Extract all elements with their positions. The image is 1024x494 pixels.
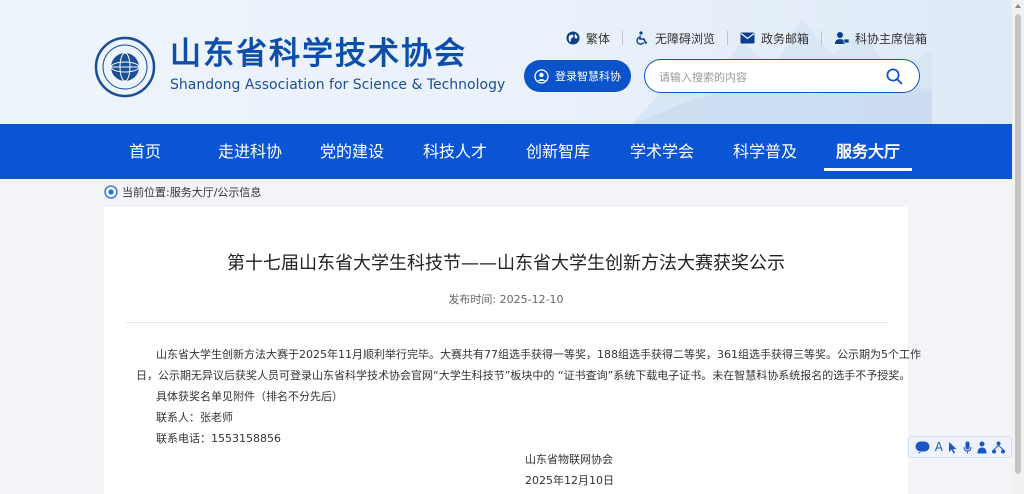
search-box <box>644 59 920 93</box>
nav-item-think-tank[interactable]: 创新智库 <box>526 124 590 179</box>
login-smart-sast-button[interactable]: 登录智慧科协 <box>524 60 631 92</box>
accessibility-label: 无障碍浏览 <box>655 31 716 46</box>
divider <box>821 31 823 45</box>
accessibility-toolbar: A <box>908 436 1012 458</box>
globe-icon <box>566 31 580 45</box>
contact-phone: 联系电话：1553158856 <box>156 432 281 445</box>
person-icon[interactable] <box>977 439 987 455</box>
nav-item-talent[interactable]: 科技人才 <box>423 124 487 179</box>
sast-logo-emblem[interactable] <box>94 36 156 98</box>
main-nav: 首页 走进科协 党的建设 科技人才 创新智库 学术学会 科学普及 服务大厅 <box>0 124 1012 179</box>
nav-item-academic[interactable]: 学术学会 <box>630 124 694 179</box>
breadcrumb-path[interactable]: 服务大厅/公示信息 <box>170 184 262 200</box>
article-title: 第十七届山东省大学生科技节——山东省大学生创新方法大赛获奖公示 <box>227 253 785 274</box>
mail-icon <box>740 32 755 44</box>
pointer-icon[interactable] <box>948 439 958 455</box>
signature-organization: 山东省物联网协会 <box>525 453 613 466</box>
article-paragraph-line-2: 日，公示期无异议后获奖人员可登录山东省科学技术协会官网“大学生科技节”板块中的 … <box>136 369 911 382</box>
org-name-chinese[interactable]: 山东省科学技术协会 <box>170 34 467 74</box>
chairman-mailbox-label: 科协主席信箱 <box>855 31 928 46</box>
login-button-label: 登录智慧科协 <box>555 70 621 83</box>
page-scrollbar[interactable] <box>1012 0 1024 494</box>
nav-item-party-building[interactable]: 党的建设 <box>320 124 384 179</box>
org-name-english[interactable]: Shandong Association for Science & Techn… <box>170 76 505 94</box>
signature-date: 2025年12月10日 <box>525 474 614 487</box>
title-divider <box>126 322 888 323</box>
nav-item-about[interactable]: 走进科协 <box>218 124 282 179</box>
nav-active-indicator <box>824 168 912 171</box>
attachment-note: 具体获奖名单见附件（排名不分先后） <box>156 390 343 403</box>
nav-item-science-popularization[interactable]: 科学普及 <box>733 124 797 179</box>
breadcrumb-prefix: 当前位置: <box>122 186 170 199</box>
article-paragraph-line-1: 山东省大学生创新方法大赛于2025年11月顺利举行完毕。大赛共有77组选手获得一… <box>156 348 921 361</box>
publish-date: 发布时间: 2025-12-10 <box>448 293 564 306</box>
divider <box>727 31 729 45</box>
contact-person: 联系人：张老师 <box>156 411 233 424</box>
site-header: 山东省科学技术协会 Shandong Association for Scien… <box>0 0 1012 124</box>
top-links-bar: 繁体 无障碍浏览 政务邮箱 科协主席信箱 <box>566 29 927 47</box>
location-pin-icon <box>104 185 118 199</box>
traditional-chinese-link[interactable]: 繁体 <box>566 30 610 47</box>
scroll-up-arrow-icon[interactable] <box>1015 4 1021 8</box>
government-mail-label: 政务邮箱 <box>761 31 810 46</box>
traditional-chinese-label: 繁体 <box>586 31 611 46</box>
divider <box>622 31 624 45</box>
breadcrumb: 当前位置: 服务大厅/公示信息 <box>104 184 261 200</box>
government-mail-link[interactable]: 政务邮箱 <box>740 30 809 47</box>
speech-icon[interactable] <box>915 439 930 455</box>
network-icon[interactable] <box>992 439 1006 455</box>
user-circle-icon <box>534 68 549 84</box>
accessibility-icon <box>636 31 648 45</box>
nav-item-home[interactable]: 首页 <box>128 124 162 179</box>
microphone-icon[interactable] <box>963 439 972 455</box>
search-icon[interactable] <box>886 68 903 85</box>
article-card: 第十七届山东省大学生科技节——山东省大学生创新方法大赛获奖公示 发布时间: 20… <box>104 207 921 494</box>
text-size-icon[interactable]: A <box>935 439 943 455</box>
accessibility-link[interactable]: 无障碍浏览 <box>635 30 715 47</box>
scrollbar-thumb[interactable] <box>1015 14 1021 474</box>
chairman-mailbox-link[interactable]: 科协主席信箱 <box>834 30 927 47</box>
user-mailbox-icon <box>835 32 850 44</box>
search-input[interactable] <box>659 68 869 86</box>
